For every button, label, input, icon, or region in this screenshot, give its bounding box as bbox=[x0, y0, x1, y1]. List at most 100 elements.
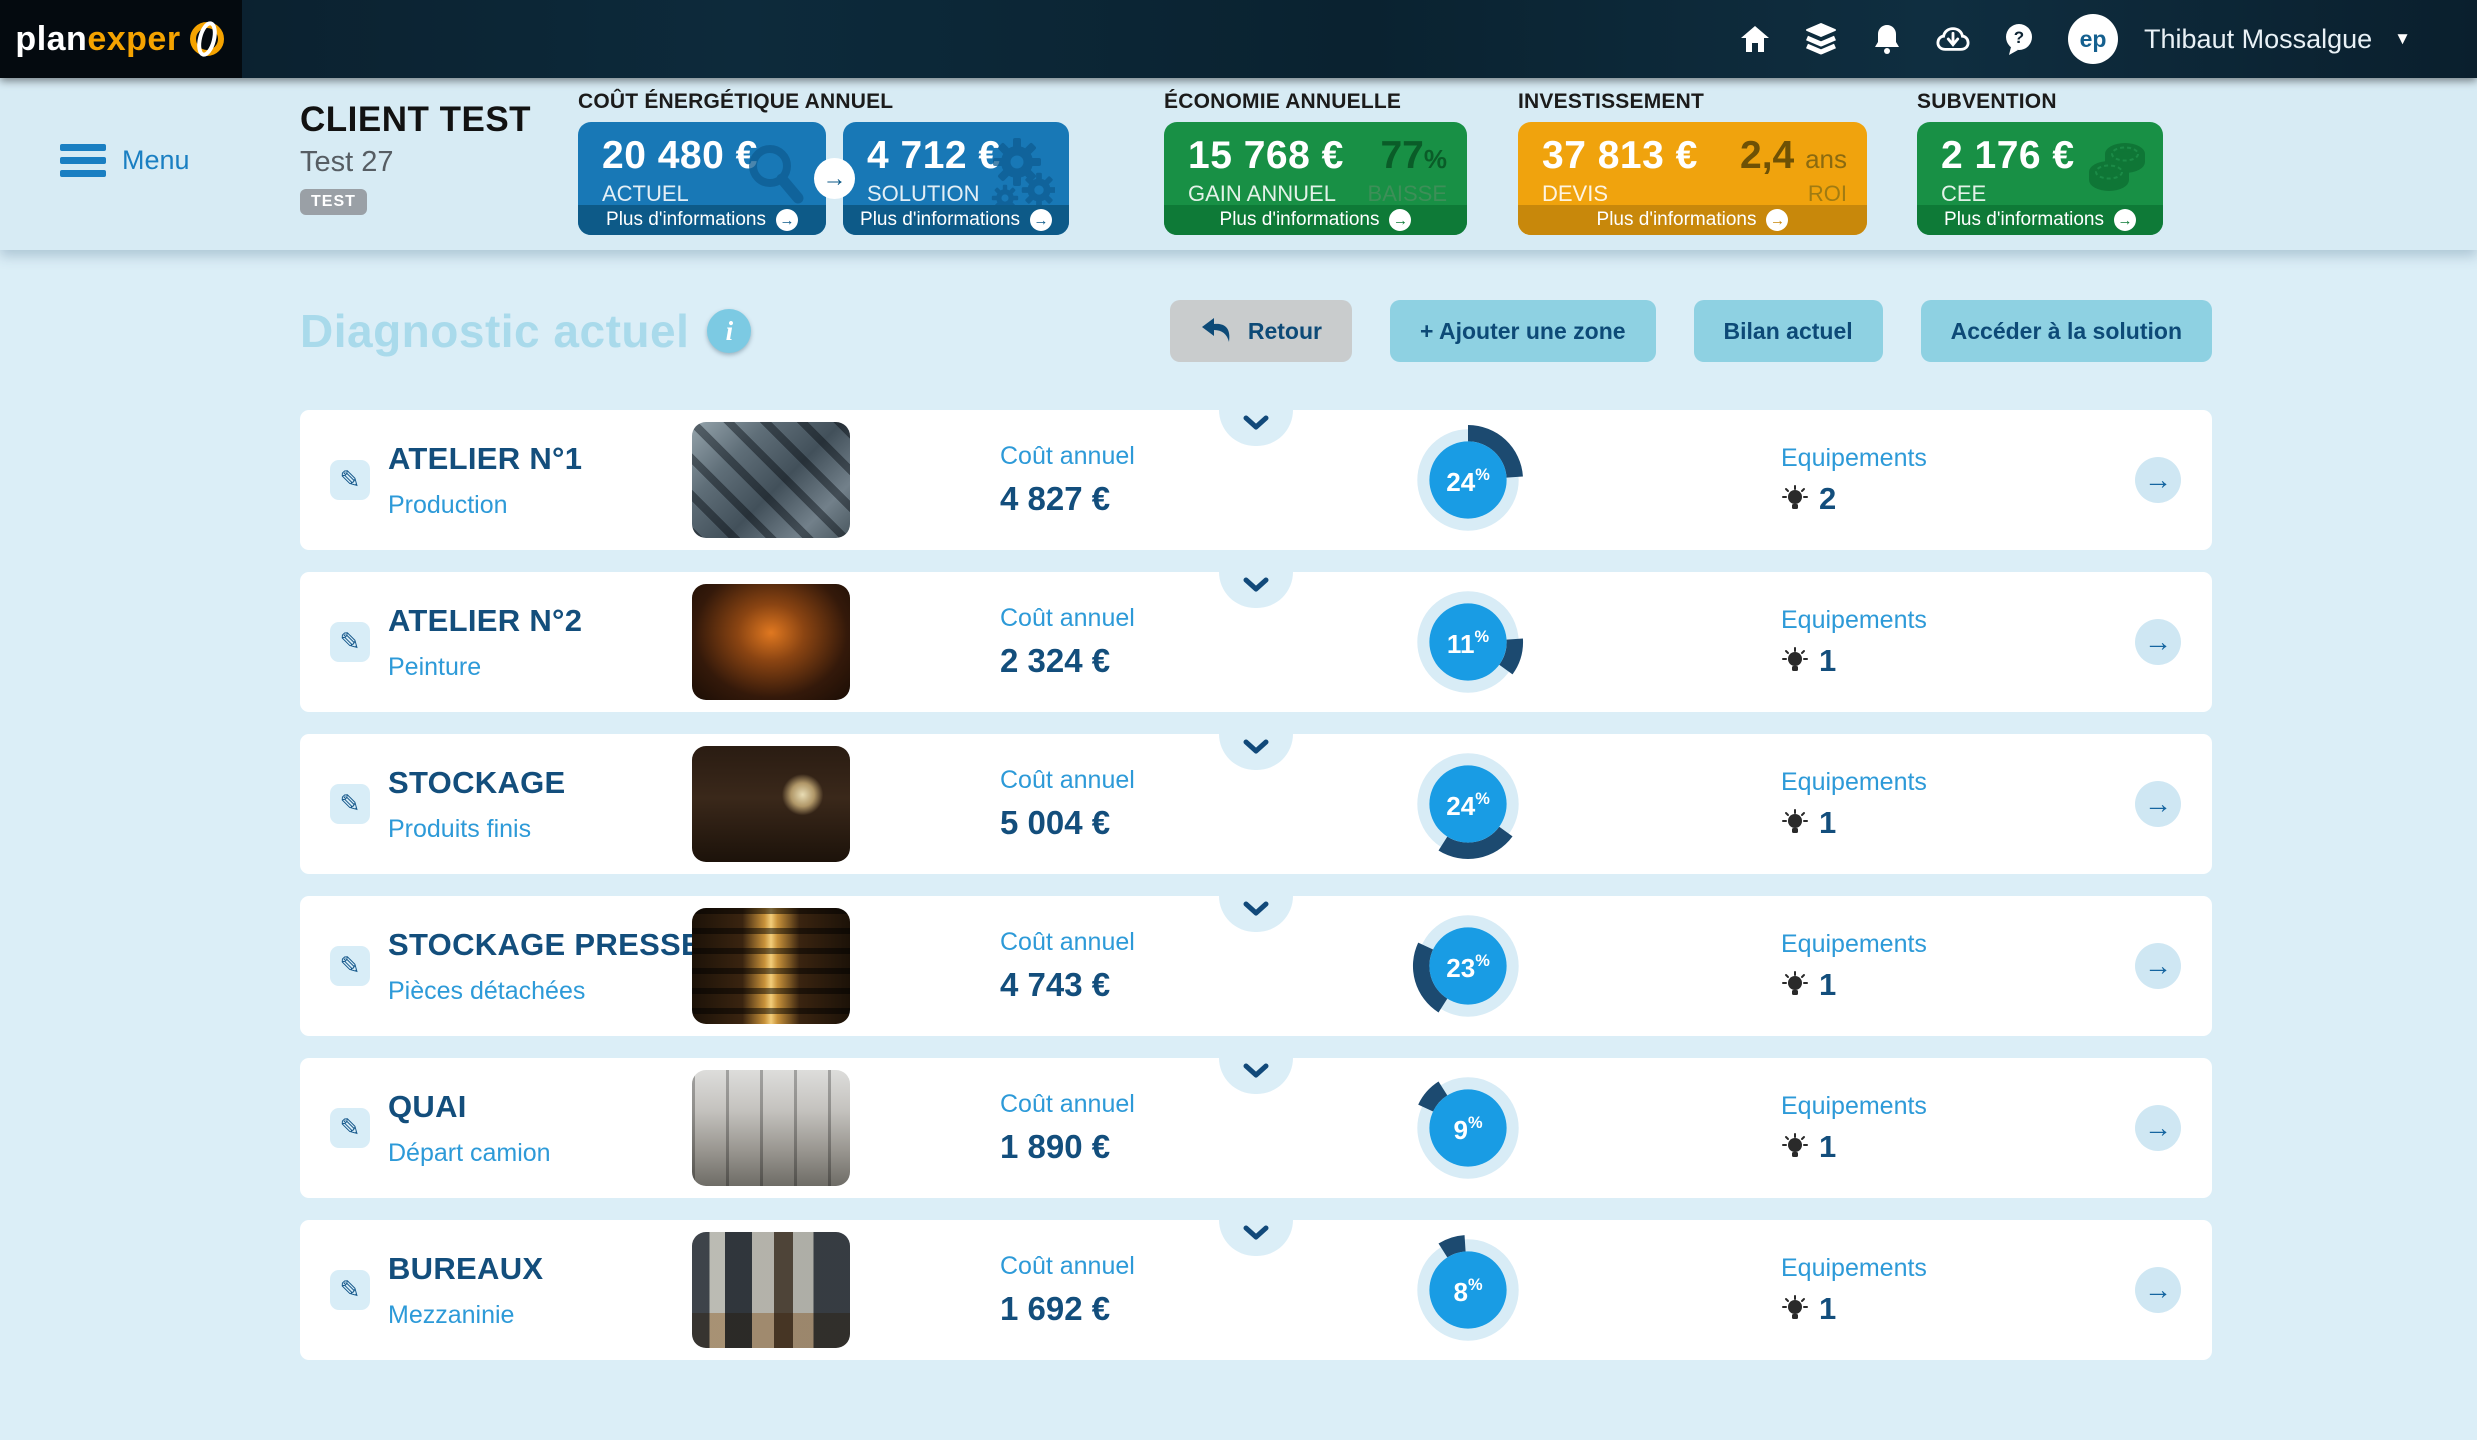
edit-zone-button[interactable]: ✎ bbox=[330, 784, 370, 824]
kpi-card-actuel: 20 480 € ACTUEL Plus d'informations → bbox=[578, 122, 826, 235]
bulb-icon bbox=[1781, 485, 1809, 513]
plus-informations-link[interactable]: Plus d'informations → bbox=[1518, 205, 1867, 235]
arrow-right-icon: → bbox=[1389, 209, 1411, 231]
arrow-right-icon: → bbox=[2144, 1112, 2172, 1144]
bilan-actuel-button[interactable]: Bilan actuel bbox=[1694, 300, 1883, 362]
pencil-icon: ✎ bbox=[340, 789, 361, 819]
open-zone-button[interactable]: → bbox=[2135, 781, 2181, 827]
collapse-chevron-button[interactable] bbox=[1219, 896, 1293, 932]
retour-label: Retour bbox=[1248, 318, 1322, 345]
info-icon[interactable]: i bbox=[707, 309, 751, 353]
retour-button[interactable]: Retour bbox=[1170, 300, 1352, 362]
open-zone-button[interactable]: → bbox=[2135, 457, 2181, 503]
logo-text: planexper bbox=[15, 20, 180, 59]
energy-share-donut: 11% bbox=[1412, 586, 1524, 698]
cost-value: 4 827 € bbox=[1000, 480, 1135, 518]
zone-row-stockage: ✎ STOCKAGE Produits finis Coût annuel 5 … bbox=[300, 734, 2212, 874]
collapse-chevron-button[interactable] bbox=[1219, 734, 1293, 770]
magnifier-icon bbox=[740, 138, 812, 210]
edit-zone-button[interactable]: ✎ bbox=[330, 622, 370, 662]
cloud-download-icon[interactable] bbox=[1936, 22, 1970, 56]
collapse-chevron-button[interactable] bbox=[1219, 1220, 1293, 1256]
kpi-group-investissement: INVESTISSEMENT 37 813 € DEVIS 2,4 ans RO… bbox=[1518, 90, 1867, 235]
zone-subtitle: Peinture bbox=[388, 653, 582, 682]
home-icon[interactable] bbox=[1738, 22, 1772, 56]
pencil-icon: ✎ bbox=[340, 1275, 361, 1305]
zone-photo bbox=[692, 422, 850, 538]
arrow-right-icon: → bbox=[1030, 209, 1052, 231]
client-subtitle: Test 27 bbox=[300, 146, 531, 179]
planexper-logo[interactable]: planexper bbox=[0, 0, 242, 78]
kpi-aside: 77% BAISSE bbox=[1368, 134, 1447, 207]
plus-informations-link[interactable]: Plus d'informations → bbox=[843, 205, 1069, 235]
pencil-icon: ✎ bbox=[340, 627, 361, 657]
pencil-icon: ✎ bbox=[340, 1113, 361, 1143]
zone-row-stockage-presse: ✎ STOCKAGE PRESSE Pièces détachées Coût … bbox=[300, 896, 2212, 1036]
zone-row-atelier-1: ✎ ATELIER N°1 Production Coût annuel 4 8… bbox=[300, 410, 2212, 550]
cost-label: Coût annuel bbox=[1000, 1090, 1135, 1119]
zone-list: ✎ ATELIER N°1 Production Coût annuel 4 8… bbox=[300, 410, 2212, 1360]
equipment-label: Equipements bbox=[1781, 1092, 1927, 1121]
energy-share-donut: 24% bbox=[1412, 424, 1524, 536]
open-zone-button[interactable]: → bbox=[2135, 1267, 2181, 1313]
edit-zone-button[interactable]: ✎ bbox=[330, 460, 370, 500]
arrow-right-icon: → bbox=[2144, 626, 2172, 658]
kpi-aside-caption: ROI bbox=[1740, 181, 1847, 207]
kpi-card-cee: 2 176 € CEE Plus d'informations → bbox=[1917, 122, 2163, 235]
cost-value: 1 692 € bbox=[1000, 1290, 1135, 1328]
user-name[interactable]: Thibaut Mossalgue bbox=[2144, 24, 2372, 55]
equipment-label: Equipements bbox=[1781, 1254, 1927, 1283]
topbar-actions: ? ep Thibaut Mossalgue ▼ bbox=[1738, 14, 2477, 64]
equipment-label: Equipements bbox=[1781, 606, 1927, 635]
plus-informations-link[interactable]: Plus d'informations → bbox=[578, 205, 826, 235]
header-strip: Menu CLIENT TEST Test 27 TEST COÛT ÉNERG… bbox=[0, 78, 2477, 250]
layers-icon[interactable] bbox=[1804, 22, 1838, 56]
help-icon[interactable]: ? bbox=[2002, 22, 2036, 56]
kpi-aside: 2,4 ans ROI bbox=[1740, 134, 1847, 207]
collapse-chevron-button[interactable] bbox=[1219, 1058, 1293, 1094]
cost-label: Coût annuel bbox=[1000, 928, 1135, 957]
topbar: planexper bbox=[0, 0, 2477, 78]
open-zone-button[interactable]: → bbox=[2135, 1105, 2181, 1151]
ajouter-zone-button[interactable]: + Ajouter une zone bbox=[1390, 300, 1656, 362]
zone-row-quai: ✎ QUAI Départ camion Coût annuel 1 890 €… bbox=[300, 1058, 2212, 1198]
zone-subtitle: Mezzaninie bbox=[388, 1301, 543, 1330]
plus-informations-link[interactable]: Plus d'informations → bbox=[1164, 205, 1467, 235]
user-avatar[interactable]: ep bbox=[2068, 14, 2118, 64]
plus-informations-label: Plus d'informations bbox=[1944, 209, 2104, 231]
cost-label: Coût annuel bbox=[1000, 1252, 1135, 1281]
chevron-down-icon bbox=[1243, 739, 1269, 754]
equipment-label: Equipements bbox=[1781, 768, 1927, 797]
arrow-right-icon: → bbox=[2144, 788, 2172, 820]
energy-share-donut: 9% bbox=[1412, 1072, 1524, 1184]
open-zone-button[interactable]: → bbox=[2135, 619, 2181, 665]
plus-informations-label: Plus d'informations bbox=[1220, 209, 1380, 231]
plus-informations-link[interactable]: Plus d'informations → bbox=[1917, 205, 2163, 235]
avatar-monogram: ep bbox=[2080, 26, 2107, 53]
collapse-chevron-button[interactable] bbox=[1219, 410, 1293, 446]
menu-button[interactable]: Menu bbox=[60, 144, 190, 177]
energy-share-donut: 24% bbox=[1412, 748, 1524, 860]
arrow-connector-icon: → bbox=[814, 158, 855, 199]
edit-zone-button[interactable]: ✎ bbox=[330, 1270, 370, 1310]
open-zone-button[interactable]: → bbox=[2135, 943, 2181, 989]
plus-informations-label: Plus d'informations bbox=[606, 209, 766, 231]
main-content: Diagnostic actuel i Retour + Ajouter une… bbox=[0, 250, 2477, 1360]
arrow-right-icon: → bbox=[2144, 1274, 2172, 1306]
zone-subtitle: Produits finis bbox=[388, 815, 566, 844]
kpi-group-label: INVESTISSEMENT bbox=[1518, 90, 1867, 114]
edit-zone-button[interactable]: ✎ bbox=[330, 1108, 370, 1148]
arrow-right-icon: → bbox=[2144, 464, 2172, 496]
hamburger-icon bbox=[60, 144, 106, 177]
acceder-solution-button[interactable]: Accéder à la solution bbox=[1921, 300, 2212, 362]
zone-row-bureaux: ✎ BUREAUX Mezzaninie Coût annuel 1 692 €… bbox=[300, 1220, 2212, 1360]
notifications-bell-icon[interactable] bbox=[1870, 22, 1904, 56]
collapse-chevron-button[interactable] bbox=[1219, 572, 1293, 608]
plus-informations-label: Plus d'informations bbox=[1597, 209, 1757, 231]
bulb-icon bbox=[1781, 1295, 1809, 1323]
equipment-count: 1 bbox=[1819, 805, 1836, 841]
edit-zone-button[interactable]: ✎ bbox=[330, 946, 370, 986]
user-menu-caret-icon[interactable]: ▼ bbox=[2394, 29, 2411, 49]
zone-subtitle: Départ camion bbox=[388, 1139, 551, 1168]
kpi-group-label: SUBVENTION bbox=[1917, 90, 2163, 114]
